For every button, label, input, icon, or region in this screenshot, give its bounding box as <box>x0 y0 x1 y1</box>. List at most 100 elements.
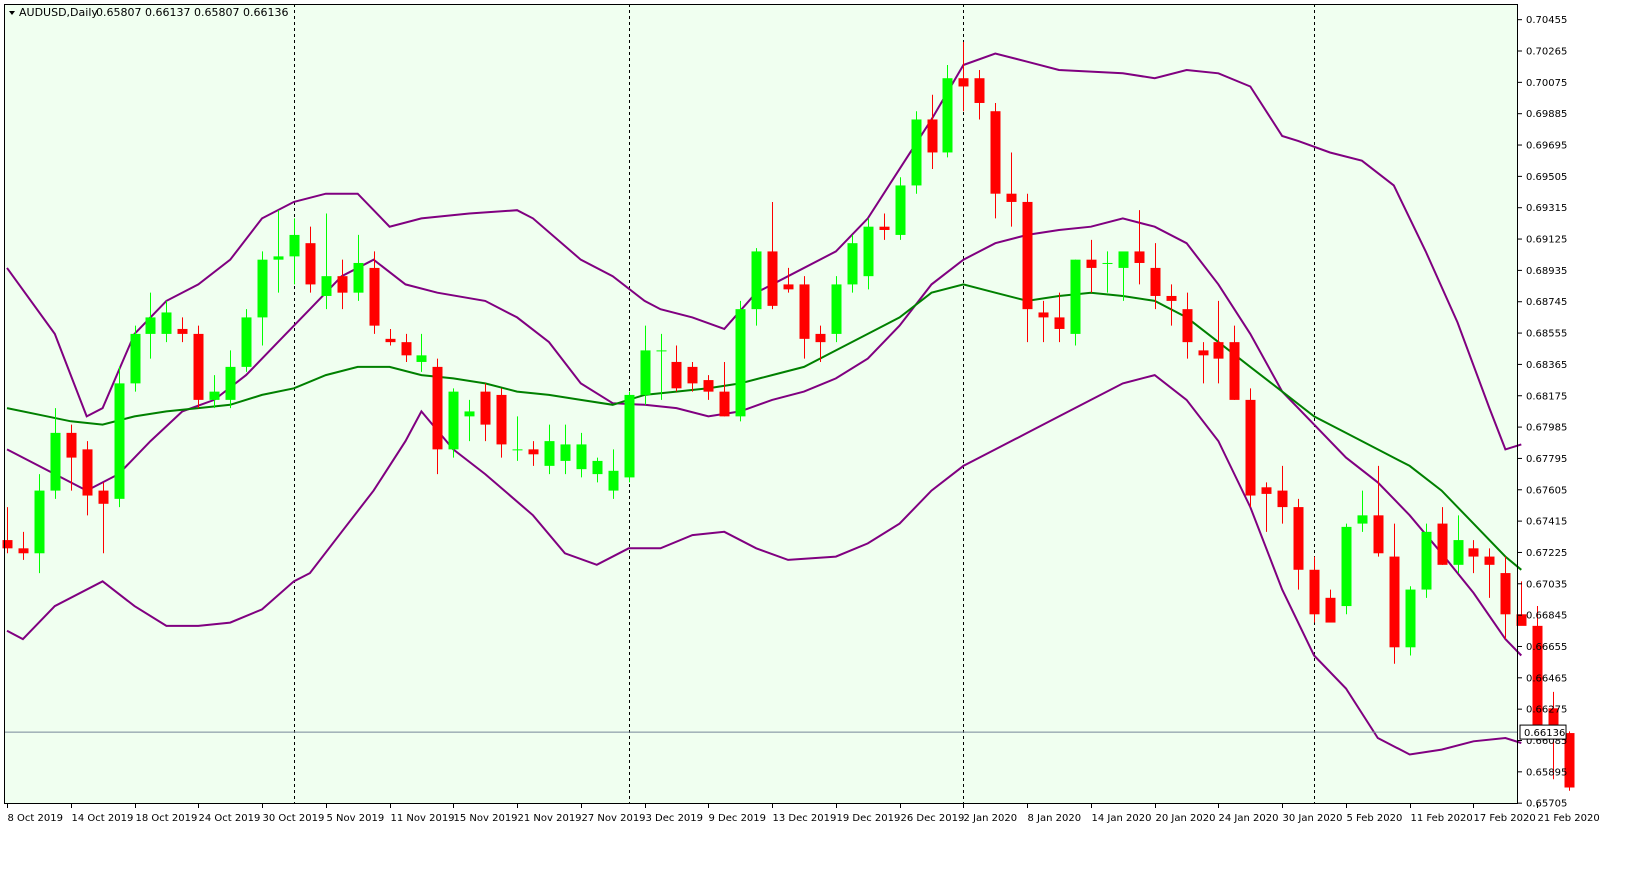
candle-body <box>1357 515 1368 524</box>
x-tick-label: 11 Feb 2020 <box>1411 813 1473 824</box>
y-tick-label: 0.66465 <box>1526 673 1567 684</box>
candle-body <box>114 383 125 499</box>
candle-body <box>1150 267 1161 296</box>
candle-body <box>1102 262 1113 264</box>
candle-body <box>799 284 810 339</box>
x-tick-label: 27 Nov 2019 <box>582 813 646 824</box>
candle-body <box>560 444 571 461</box>
candle-body <box>273 256 284 260</box>
candle-body <box>783 284 794 290</box>
x-tick-label: 21 Feb 2020 <box>1538 813 1600 824</box>
candle-body <box>289 234 300 257</box>
x-tick-label: 8 Jan 2020 <box>1028 813 1082 824</box>
candle-body <box>1341 526 1352 607</box>
candle-body <box>66 432 77 458</box>
y-tick-label: 0.66655 <box>1526 642 1567 653</box>
x-tick-label: 14 Oct 2019 <box>72 813 134 824</box>
candle-body <box>958 78 969 87</box>
candle <box>130 325 141 392</box>
candle-body <box>480 391 491 425</box>
candle <box>193 325 204 409</box>
y-tick-label: 0.65895 <box>1526 767 1567 778</box>
candle-body <box>847 243 858 285</box>
chart: 0.70455 0.70265 0.70075 0.69885 0.69695 0.695… <box>0 0 1651 871</box>
candle-body <box>98 490 109 504</box>
candle-body <box>321 276 332 296</box>
ohlc-values: 0.65807 0.66137 0.65807 0.66136 <box>96 6 288 19</box>
candle-body <box>656 350 667 352</box>
candle-body <box>1309 569 1320 615</box>
x-tick-label: 17 Feb 2020 <box>1474 813 1536 824</box>
candle-body <box>177 328 188 334</box>
candle-body <box>863 226 874 277</box>
y-tick-label: 0.69315 <box>1526 203 1567 214</box>
y-tick-label: 0.70455 <box>1526 15 1567 26</box>
candle-body <box>1405 589 1416 648</box>
x-tick-label: 24 Jan 2020 <box>1219 813 1279 824</box>
x-tick-label: 11 Nov 2019 <box>391 813 455 824</box>
candle-body <box>1389 556 1400 648</box>
candle-body <box>1054 317 1065 329</box>
candle <box>847 234 858 293</box>
candle-body <box>640 350 651 395</box>
candle-body <box>1484 556 1495 565</box>
candle-body <box>369 267 380 326</box>
x-tick-label: 13 Dec 2019 <box>773 813 837 824</box>
candle-body <box>831 284 842 334</box>
candle-body <box>161 312 172 334</box>
candle <box>895 177 906 240</box>
candle <box>1070 259 1081 346</box>
y-tick-label: 0.67415 <box>1526 517 1567 528</box>
candle-body <box>911 119 922 186</box>
candle-body <box>815 333 826 343</box>
candle-body <box>1277 490 1288 508</box>
candle-body <box>496 394 507 445</box>
candle-body <box>608 470 619 491</box>
candle-body <box>927 119 938 153</box>
candle-body <box>1325 597 1336 623</box>
y-tick-label: 0.69885 <box>1526 109 1567 120</box>
candlestick-chart: 0.70455 0.70265 0.70075 0.69885 0.69695 0.695… <box>2 4 1600 824</box>
x-tick-label: 18 Oct 2019 <box>136 813 198 824</box>
candle <box>1245 388 1256 508</box>
y-tick-label: 0.69505 <box>1526 172 1567 183</box>
x-tick-label: 5 Feb 2020 <box>1347 813 1403 824</box>
candle-body <box>719 391 730 417</box>
candle-body <box>1006 193 1017 202</box>
candle-body <box>1070 259 1081 334</box>
candle-body <box>1468 548 1479 557</box>
candle <box>624 391 635 483</box>
candle-body <box>1022 201 1033 310</box>
y-tick-label: 0.70075 <box>1526 78 1567 89</box>
candle-body <box>703 380 714 392</box>
candle-body <box>1038 312 1049 318</box>
candle-body <box>1182 309 1193 343</box>
candle-body <box>1421 531 1432 590</box>
candle-body <box>895 185 906 235</box>
candle <box>448 388 459 458</box>
chart-header: AUDUSD,Daily 0.65807 0.66137 0.65807 0.6… <box>9 6 288 19</box>
candle-body <box>82 449 93 496</box>
candle-body <box>209 391 220 400</box>
candle-body <box>879 226 890 230</box>
y-tick-label: 0.66845 <box>1526 611 1567 622</box>
candle-body <box>1118 251 1129 268</box>
y-tick-label: 0.69125 <box>1526 235 1567 246</box>
x-tick-label: 19 Dec 2019 <box>837 813 901 824</box>
candle-body <box>1437 523 1448 565</box>
x-tick-label: 8 Oct 2019 <box>8 813 63 824</box>
candle-body <box>767 251 778 306</box>
x-tick-label: 20 Jan 2020 <box>1156 813 1216 824</box>
x-tick-label: 15 Nov 2019 <box>454 813 518 824</box>
candle-body <box>193 333 204 400</box>
y-tick-label: 0.69695 <box>1526 141 1567 152</box>
candle-body <box>1166 295 1177 301</box>
candle-body <box>1261 487 1272 494</box>
candle-body <box>416 355 427 362</box>
x-tick-label: 21 Nov 2019 <box>518 813 582 824</box>
x-tick-label: 14 Jan 2020 <box>1092 813 1152 824</box>
candle-body <box>305 243 316 285</box>
candle-body <box>241 317 252 367</box>
y-tick-label: 0.67225 <box>1526 548 1567 559</box>
candle-body <box>942 78 953 153</box>
